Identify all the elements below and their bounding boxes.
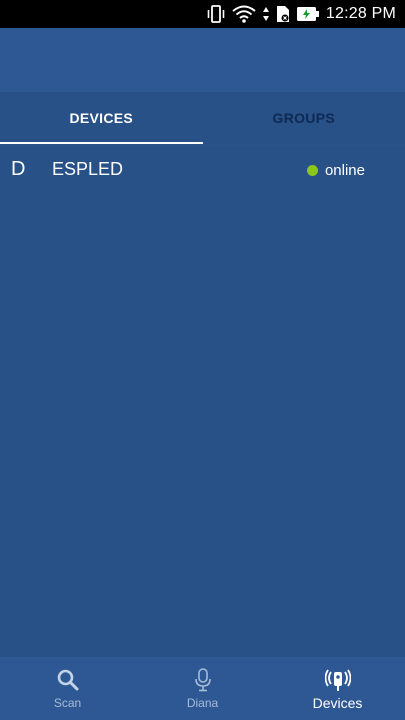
nav-scan[interactable]: Scan <box>0 657 135 720</box>
sim-card-icon <box>276 5 290 23</box>
microphone-icon <box>194 667 212 693</box>
tab-devices[interactable]: DEVICES <box>0 92 203 144</box>
tab-groups[interactable]: GROUPS <box>203 92 405 144</box>
vibrate-icon <box>206 5 226 23</box>
nav-diana[interactable]: Diana <box>135 657 270 720</box>
device-name: ESPLED <box>52 159 124 179</box>
tab-devices-label: DEVICES <box>69 110 134 126</box>
tab-bar: DEVICES GROUPS <box>0 92 405 144</box>
search-icon <box>57 667 79 693</box>
battery-charging-icon <box>296 6 320 22</box>
nav-scan-label: Scan <box>53 696 82 710</box>
status-bar: 12:28 PM <box>0 0 405 28</box>
tab-groups-label: GROUPS <box>272 110 335 126</box>
device-status: online <box>306 162 365 179</box>
nav-devices[interactable]: Devices <box>270 657 405 720</box>
nav-diana-label: Diana <box>186 696 219 710</box>
wifi-icon <box>232 5 256 23</box>
bottom-nav: Scan Diana Devices <box>0 657 405 720</box>
data-arrows-icon <box>262 6 270 22</box>
status-time: 12:28 PM <box>325 5 396 22</box>
app-bar <box>0 28 405 92</box>
device-initial: D <box>11 158 26 180</box>
nav-devices-label: Devices <box>312 695 363 711</box>
device-list: D ESPLED online <box>0 145 405 195</box>
online-status-dot <box>306 165 318 176</box>
device-status-label: online <box>324 162 365 179</box>
status-icons <box>206 5 320 23</box>
broadcast-device-icon <box>324 667 351 693</box>
device-row[interactable]: D ESPLED online <box>0 145 405 195</box>
